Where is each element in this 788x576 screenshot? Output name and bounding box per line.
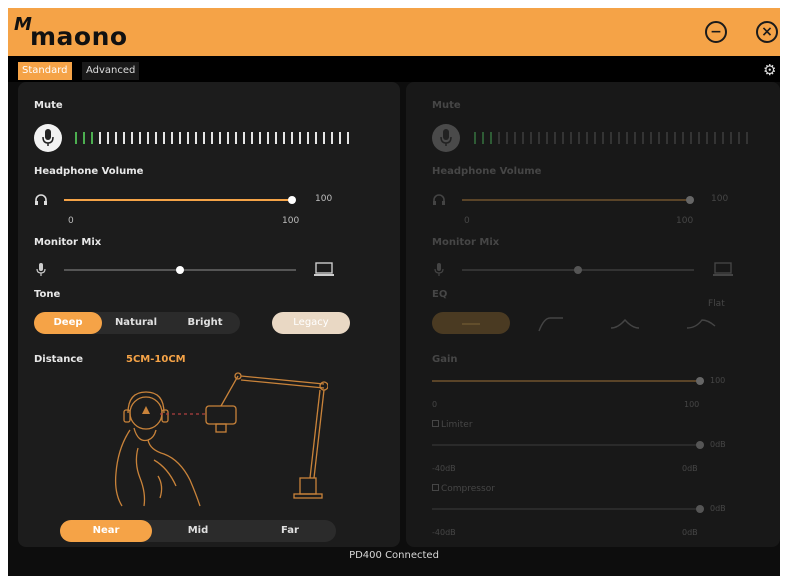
tab-advanced[interactable]: Advanced [82, 62, 140, 80]
compressor-knob[interactable] [696, 505, 704, 513]
headphone-volume-fill [64, 199, 292, 201]
gain-knob[interactable] [696, 377, 704, 385]
headphone-icon [35, 194, 47, 205]
right-headphone-volume-label: Headphone Volume [432, 166, 542, 177]
mute-label: Mute [34, 100, 63, 111]
headphone-max-label: 100 [282, 216, 300, 226]
right-monitor-mix-slider[interactable] [462, 266, 694, 274]
limiter-slider[interactable] [432, 441, 704, 449]
compressor-checkbox[interactable]: Compressor [432, 484, 495, 494]
gain-label: Gain [432, 354, 458, 365]
monitor-mix-knob[interactable] [176, 266, 184, 274]
right-mute-button[interactable] [432, 124, 460, 152]
compressor-max-label: 0dB [682, 528, 698, 537]
compressor-min-label: -40dB [432, 528, 456, 537]
gain-value: 100 [710, 376, 726, 385]
eq-lowcut-shape-icon[interactable] [538, 316, 564, 332]
tone-selector: Deep Natural Bright [34, 312, 240, 334]
distance-label: Distance [34, 354, 84, 365]
tone-natural-button[interactable]: Natural [102, 312, 170, 334]
gain-fill [432, 380, 700, 382]
microphone-icon [42, 129, 54, 146]
app-window: M maono − × Standard Advanced ⚙ Mute Hea… [8, 8, 780, 576]
compressor-value: 0dB [710, 504, 726, 513]
right-headphone-volume-value: 100 [711, 194, 729, 204]
connection-status: PD400 Connected [349, 550, 439, 561]
legacy-button[interactable]: Legacy [272, 312, 350, 334]
right-headphone-volume-slider[interactable] [462, 196, 694, 204]
headphone-volume-label: Headphone Volume [34, 166, 144, 177]
monitor-mix-label: Monitor Mix [34, 237, 102, 248]
compressor-slider[interactable] [432, 505, 704, 513]
distance-illustration [114, 372, 328, 507]
eq-presence-shape-icon[interactable] [610, 316, 640, 332]
settings-gear-icon[interactable]: ⚙ [763, 61, 776, 79]
eq-label: EQ [432, 289, 448, 300]
tone-bright-button[interactable]: Bright [170, 312, 240, 334]
right-microphone-small-icon [434, 263, 444, 276]
input-level-meter [75, 132, 349, 144]
monitor-mix-slider[interactable] [64, 266, 296, 274]
gain-min-label: 0 [432, 400, 438, 409]
compressor-label: Compressor [441, 484, 495, 494]
right-headphone-volume-knob[interactable] [686, 196, 694, 204]
headphone-volume-slider[interactable] [64, 196, 296, 204]
advanced-panel: Mute Headphone Volume 100 0 100 Monitor … [406, 82, 780, 547]
tab-standard[interactable]: Standard [18, 62, 72, 80]
title-bar[interactable]: M maono − × [8, 8, 780, 56]
right-headphone-icon [433, 194, 445, 205]
limiter-value: 0dB [710, 440, 726, 449]
limiter-knob[interactable] [696, 441, 704, 449]
eq-treble-shape-icon[interactable] [686, 316, 716, 332]
tone-label: Tone [34, 289, 61, 300]
right-monitor-mix-label: Monitor Mix [432, 237, 500, 248]
distance-mid-button[interactable]: Mid [152, 520, 244, 542]
gain-slider[interactable] [432, 377, 704, 385]
limiter-label: Limiter [441, 420, 473, 430]
right-headphone-volume-fill [462, 199, 690, 201]
close-icon: × [761, 24, 773, 40]
compressor-checkbox-box [432, 484, 439, 491]
eq-preset-1-button[interactable] [432, 312, 510, 334]
limiter-checkbox-box [432, 420, 439, 427]
distance-value: 5CM-10CM [126, 354, 186, 365]
right-headphone-min-label: 0 [464, 216, 470, 226]
limiter-max-label: 0dB [682, 464, 698, 473]
minimize-icon: − [710, 24, 722, 40]
headphone-volume-value: 100 [315, 194, 333, 204]
mute-button[interactable] [34, 124, 62, 152]
eq-flat-shape-icon [462, 323, 480, 325]
right-headphone-max-label: 100 [676, 216, 694, 226]
distance-far-button[interactable]: Far [244, 520, 336, 542]
standard-panel: Mute Headphone Volume 100 0 100 Monitor … [18, 82, 400, 547]
headphone-volume-knob[interactable] [288, 196, 296, 204]
right-microphone-icon [440, 129, 452, 146]
right-input-level-meter [474, 132, 748, 144]
distance-near-button[interactable]: Near [60, 520, 152, 542]
computer-icon [314, 262, 334, 276]
headphone-min-label: 0 [68, 216, 74, 226]
gain-max-label: 100 [684, 400, 700, 409]
minimize-button[interactable]: − [705, 21, 727, 43]
app-logo: maono [30, 22, 128, 51]
right-monitor-mix-knob[interactable] [574, 266, 582, 274]
right-mute-label: Mute [432, 100, 461, 111]
eq-flat-label: Flat [708, 299, 725, 309]
distance-selector: Near Mid Far [60, 520, 336, 542]
close-button[interactable]: × [756, 21, 778, 43]
microphone-small-icon [36, 263, 46, 276]
limiter-checkbox[interactable]: Limiter [432, 420, 473, 430]
tone-deep-button[interactable]: Deep [34, 312, 102, 334]
right-computer-icon [713, 262, 733, 276]
limiter-min-label: -40dB [432, 464, 456, 473]
